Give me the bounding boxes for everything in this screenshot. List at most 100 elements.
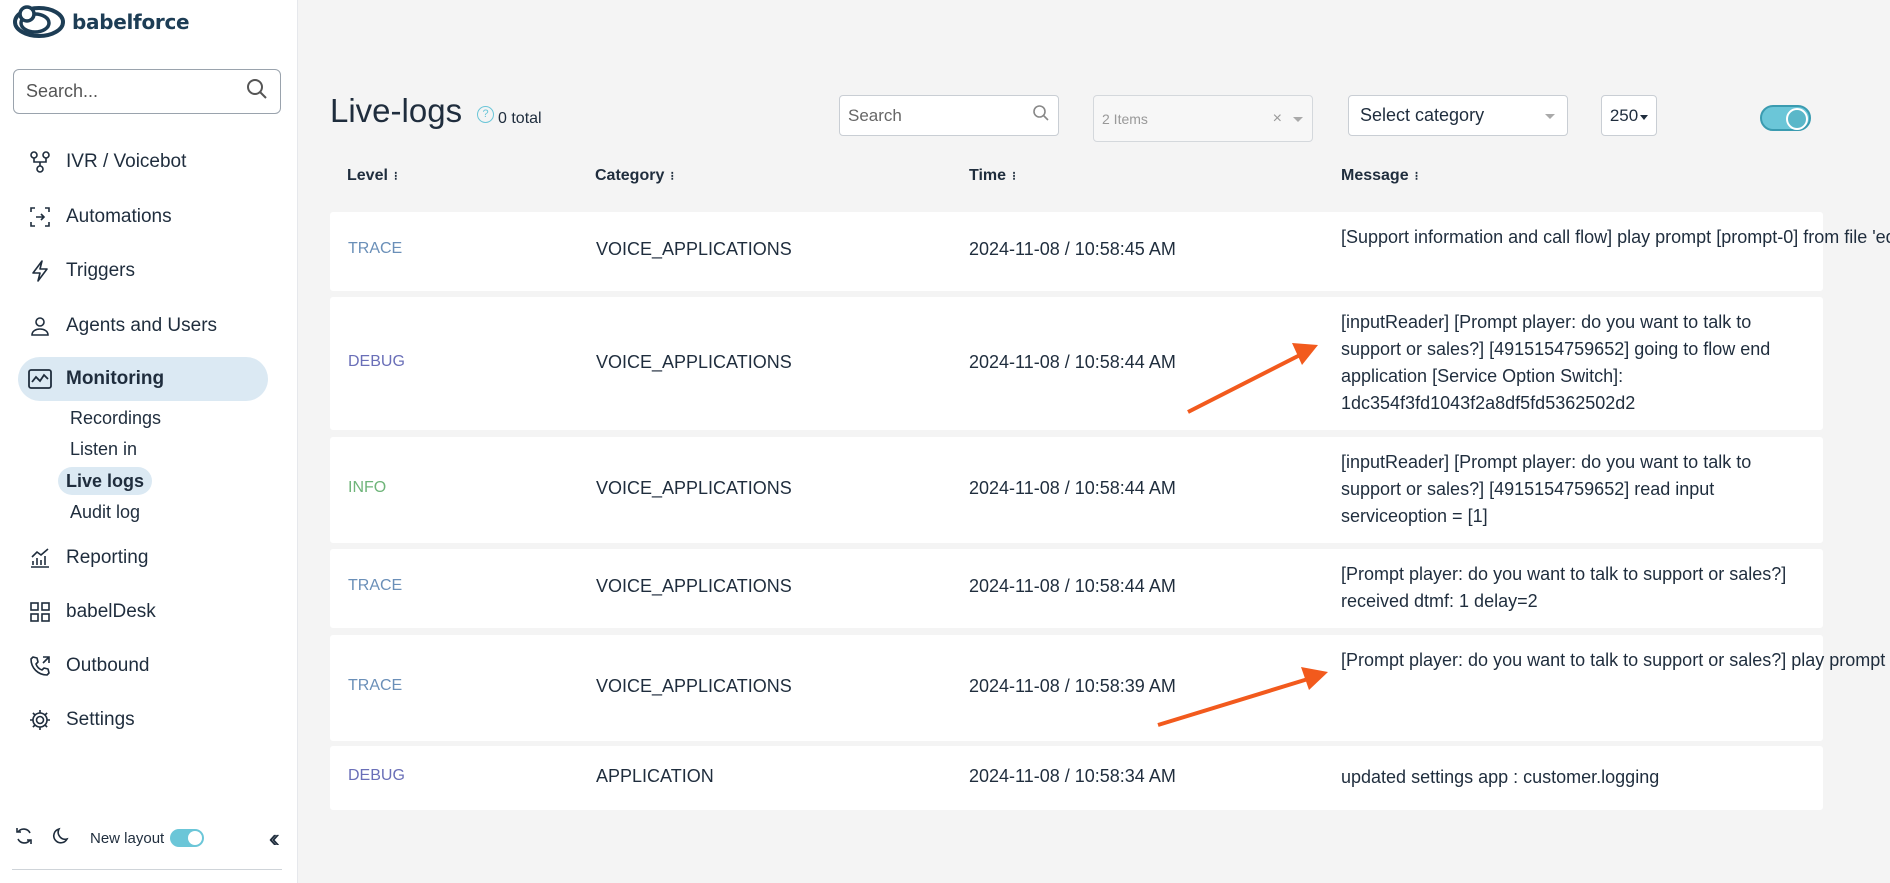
chevron-down-icon [1544, 105, 1556, 126]
page-title: Live-logs [330, 92, 463, 129]
row-time: 2024-11-08 / 10:58:45 AM [969, 239, 1176, 259]
clear-icon[interactable]: × [1273, 110, 1282, 128]
row-level: TRACE [348, 240, 403, 257]
sort-icon[interactable]: ⁝ [670, 169, 674, 183]
monitor-chart-icon [28, 367, 52, 391]
sort-icon[interactable]: ⁝ [394, 169, 398, 183]
phone-outgoing-icon [28, 654, 52, 678]
sidebar-item-reporting[interactable]: Reporting [18, 536, 268, 580]
sidebar-item-label: Settings [66, 709, 135, 730]
row-message: [Support information and call flow] play… [1341, 227, 1890, 247]
table-row[interactable]: TRACE VOICE_APPLICATIONS 2024-11-08 / 10… [330, 635, 1890, 741]
sidebar-subitem-recordings[interactable]: Recordings [62, 404, 169, 432]
sidebar-search-input[interactable] [26, 81, 226, 102]
table-row[interactable]: INFO VOICE_APPLICATIONS 2024-11-08 / 10:… [330, 437, 1823, 543]
log-search[interactable] [839, 95, 1059, 136]
table-row[interactable]: TRACE VOICE_APPLICATIONS 2024-11-08 / 10… [330, 549, 1823, 628]
user-icon [28, 314, 52, 338]
column-header-label: Message [1341, 167, 1409, 184]
sidebar-search[interactable] [13, 69, 281, 114]
sidebar-item-agents-users[interactable]: Agents and Users [18, 304, 268, 348]
sidebar-item-babeldesk[interactable]: babelDesk [18, 590, 268, 634]
new-layout-toggle[interactable] [170, 829, 205, 847]
sort-icon[interactable]: ⁝ [1415, 169, 1419, 183]
sidebar-item-label: Reporting [66, 547, 149, 568]
row-category: VOICE_APPLICATIONS [596, 352, 792, 372]
sidebar-item-outbound[interactable]: Outbound [18, 644, 268, 688]
flow-icon [28, 150, 52, 174]
table-row[interactable]: TRACE VOICE_APPLICATIONS 2024-11-08 / 10… [330, 212, 1890, 291]
reporting-chart-icon [28, 546, 52, 570]
brand-name: babelforce [72, 10, 190, 34]
column-header-label: Time [969, 167, 1007, 184]
sort-icon[interactable]: ⁝ [1012, 169, 1016, 183]
row-time: 2024-11-08 / 10:58:39 AM [969, 676, 1176, 696]
search-icon[interactable] [246, 78, 268, 105]
logo[interactable]: babelforce [12, 4, 190, 40]
lightning-icon [28, 259, 52, 283]
sidebar-divider [12, 869, 282, 870]
total-count: 0 total [498, 110, 542, 127]
collapse-sidebar-icon[interactable]: ‹‹ [269, 823, 281, 854]
sidebar-item-monitoring[interactable]: Monitoring [18, 357, 268, 401]
sidebar-subitem-audit-log[interactable]: Audit log [62, 498, 148, 526]
sidebar-item-label: babelDesk [66, 601, 156, 622]
page-size-value: 250 [1609, 105, 1639, 125]
row-level: DEBUG [348, 353, 405, 370]
new-layout-control: New layout [90, 829, 205, 847]
new-layout-label: New layout [90, 829, 165, 847]
sidebar-footer: New layout ‹‹ [14, 822, 282, 854]
search-icon[interactable] [1032, 104, 1050, 127]
row-message: [Prompt player: do you want to talk to s… [1341, 564, 1792, 611]
help-icon[interactable]: ? [477, 106, 494, 123]
row-time: 2024-11-08 / 10:58:44 AM [969, 576, 1176, 596]
table-row[interactable]: DEBUG APPLICATION 2024-11-08 / 10:58:34 … [330, 746, 1823, 810]
sidebar-subitem-live-logs[interactable]: Live logs [58, 467, 153, 495]
row-time: 2024-11-08 / 10:58:44 AM [969, 352, 1176, 372]
row-message: [Prompt player: do you want to talk to s… [1341, 650, 1890, 670]
sidebar-item-label: IVR / Voicebot [66, 151, 187, 172]
column-header-category[interactable]: Category ⁝ [595, 167, 674, 185]
column-header-time[interactable]: Time ⁝ [969, 167, 1016, 185]
sidebar-item-settings[interactable]: Settings [18, 698, 268, 742]
category-select-value: Select category [1360, 105, 1485, 125]
sidebar-item-label: Outbound [66, 655, 150, 676]
page-size-select[interactable]: 250 [1601, 95, 1657, 136]
row-message: [inputReader] [Prompt player: do you wan… [1341, 452, 1757, 526]
caret-down-icon [1640, 106, 1649, 126]
live-toggle[interactable] [1760, 105, 1811, 131]
babelforce-logo-icon [13, 5, 65, 38]
moon-icon[interactable] [52, 826, 72, 850]
sidebar-item-label: Monitoring [66, 368, 165, 389]
row-time: 2024-11-08 / 10:58:44 AM [969, 478, 1176, 498]
column-header-level[interactable]: Level ⁝ [347, 167, 398, 185]
row-category: VOICE_APPLICATIONS [596, 576, 792, 596]
row-time: 2024-11-08 / 10:58:34 AM [969, 766, 1176, 786]
level-multiselect[interactable]: 2 Items × [1093, 95, 1313, 142]
gear-icon [28, 708, 52, 732]
sidebar: babelforce IVR / Voicebot Automations Tr… [0, 0, 298, 883]
row-message: [inputReader] [Prompt player: do you wan… [1341, 312, 1776, 413]
log-search-input[interactable] [848, 105, 1028, 126]
sidebar-item-label: Automations [66, 206, 172, 227]
sidebar-item-label: Agents and Users [66, 315, 218, 336]
row-level: TRACE [348, 577, 403, 594]
column-header-label: Category [595, 167, 665, 184]
sidebar-subitem-listen-in[interactable]: Listen in [62, 435, 145, 463]
category-select[interactable]: Select category [1348, 95, 1568, 136]
column-header-message[interactable]: Message ⁝ [1341, 167, 1419, 185]
row-category: VOICE_APPLICATIONS [596, 676, 792, 696]
grid-icon [28, 600, 52, 624]
sidebar-item-triggers[interactable]: Triggers [18, 249, 268, 293]
chevron-down-icon[interactable] [1292, 111, 1304, 127]
row-category: APPLICATION [596, 766, 714, 786]
multiselect-value: 2 Items [1102, 110, 1148, 127]
row-message: updated settings app : customer.logging [1341, 767, 1660, 787]
sidebar-item-ivr[interactable]: IVR / Voicebot [18, 140, 268, 184]
table-row[interactable]: DEBUG VOICE_APPLICATIONS 2024-11-08 / 10… [330, 297, 1823, 430]
sidebar-item-automations[interactable]: Automations [18, 195, 268, 239]
row-category: VOICE_APPLICATIONS [596, 478, 792, 498]
column-header-label: Level [347, 167, 388, 184]
sidebar-item-label: Triggers [66, 260, 135, 281]
refresh-icon[interactable] [14, 826, 34, 850]
